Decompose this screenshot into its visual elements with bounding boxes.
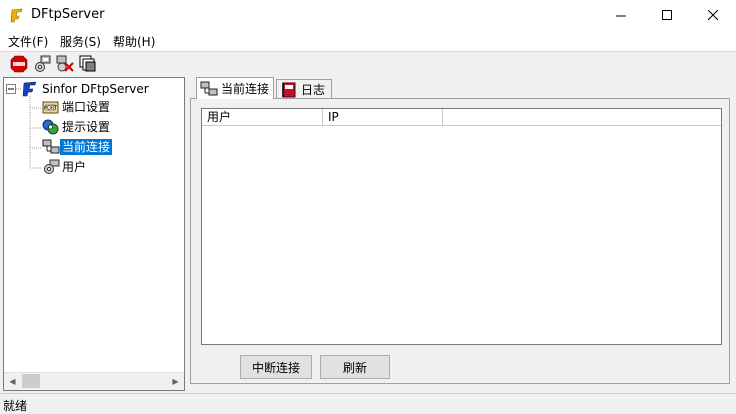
connections-list[interactable]: 用户 IP xyxy=(201,108,722,345)
tab-label: 日志 xyxy=(301,83,326,97)
collapse-icon[interactable] xyxy=(6,83,17,95)
connect-icon[interactable] xyxy=(33,55,51,73)
menu-file[interactable]: 文件(F) xyxy=(8,33,48,50)
close-icon xyxy=(707,9,718,20)
disconnect-icon[interactable] xyxy=(56,55,74,73)
stop-icon[interactable] xyxy=(10,55,28,73)
tree-item-label: 提示设置 xyxy=(62,120,111,134)
tree-item-label: 当前连接 xyxy=(60,139,113,155)
scroll-thumb[interactable] xyxy=(22,374,40,388)
tree-item-current-connections[interactable]: 当前连接 xyxy=(42,138,113,156)
tree-item-label: 端口设置 xyxy=(62,100,111,114)
column-header-filler xyxy=(443,109,721,126)
maximize-button[interactable] xyxy=(644,0,690,30)
scroll-right-icon[interactable]: ▶ xyxy=(167,373,184,390)
scroll-left-icon[interactable]: ◀ xyxy=(4,373,21,390)
tab-log[interactable]: 日志 xyxy=(276,79,332,99)
tree-item-users[interactable]: 用户 xyxy=(42,158,88,176)
tree-item-prompt-settings[interactable]: 提示设置 xyxy=(42,118,112,136)
menu-bar: 文件(F) 服务(S) 帮助(H) xyxy=(0,30,736,51)
disconnect-button[interactable]: 中断连接 xyxy=(240,355,312,379)
close-button[interactable] xyxy=(690,0,736,30)
status-text: 就绪 xyxy=(3,399,28,413)
log-book-icon xyxy=(282,82,296,97)
tree-root[interactable]: Sinfor DFtpServer xyxy=(6,80,151,98)
tab-label: 当前连接 xyxy=(221,82,270,96)
tree-root-label: Sinfor DFtpServer xyxy=(42,82,149,96)
menu-help[interactable]: 帮助(H) xyxy=(113,33,155,50)
server-icon xyxy=(22,81,37,97)
minimize-icon xyxy=(615,15,626,16)
window-title: DFtpServer xyxy=(31,7,105,22)
minimize-button[interactable] xyxy=(598,0,644,30)
toolbar xyxy=(0,51,736,77)
navigation-tree[interactable]: Sinfor DFtpServer PORT 端口设置 提示设置 当前连接 用户… xyxy=(3,77,185,391)
connections-icon xyxy=(200,81,218,95)
connections-icon xyxy=(42,139,60,154)
tree-horizontal-scrollbar[interactable]: ◀ ▶ xyxy=(4,372,184,390)
status-bar: 就绪 xyxy=(0,393,736,414)
tab-current-connections[interactable]: 当前连接 xyxy=(196,77,274,99)
tree-item-label: 用户 xyxy=(62,160,87,174)
maximize-icon xyxy=(661,9,672,20)
windows-icon[interactable] xyxy=(79,55,97,73)
svg-text:PORT: PORT xyxy=(44,105,58,111)
port-settings-icon: PORT xyxy=(42,101,59,114)
menu-service[interactable]: 服务(S) xyxy=(60,33,101,50)
column-header-ip[interactable]: IP xyxy=(323,109,443,126)
refresh-button[interactable]: 刷新 xyxy=(320,355,390,379)
title-bar: DFtpServer xyxy=(0,0,736,30)
app-icon xyxy=(10,8,23,23)
prompt-settings-icon xyxy=(42,119,59,135)
tree-item-port-settings[interactable]: PORT 端口设置 xyxy=(42,98,112,116)
column-header-user[interactable]: 用户 xyxy=(202,109,323,126)
users-icon xyxy=(44,159,60,174)
